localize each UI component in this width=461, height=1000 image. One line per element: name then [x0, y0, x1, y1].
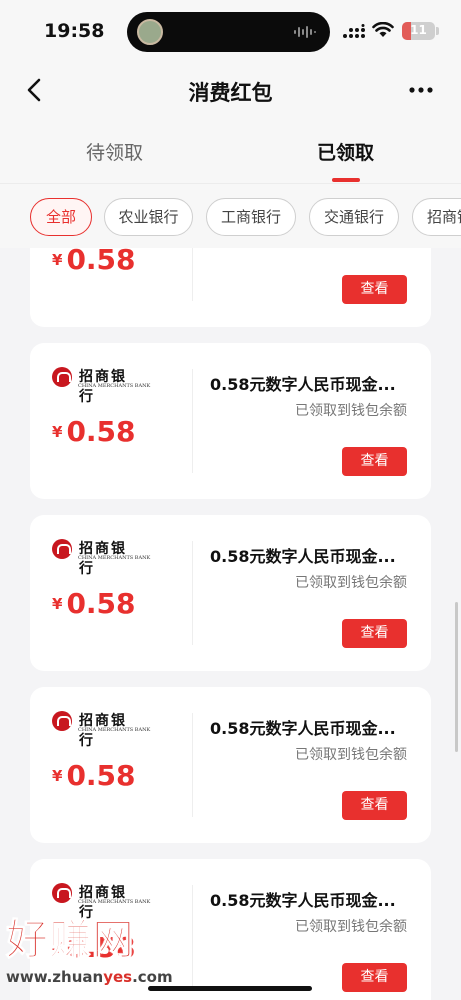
coupon-amount: ¥0.58 — [52, 415, 136, 448]
coupon-status: 已领取到钱包余额 — [295, 919, 407, 935]
now-playing-avatar — [137, 19, 163, 45]
coupon-card[interactable]: 招商银行 CHINA MERCHANTS BANK ¥0.58 0.58元数字人… — [30, 859, 431, 1000]
amount-value: 0.58 — [66, 759, 136, 792]
coupon-status: 已领取到钱包余额 — [295, 403, 407, 419]
card-divider — [192, 713, 193, 817]
bank-name-en: CHINA MERCHANTS BANK — [78, 383, 151, 389]
view-button[interactable]: 查看 — [342, 447, 407, 476]
coupon-card[interactable]: 招商银行 CHINA MERCHANTS BANK ¥0.58 0.58元数字人… — [30, 515, 431, 671]
view-button[interactable]: 查看 — [342, 619, 407, 648]
home-indicator[interactable] — [148, 986, 312, 991]
status-time: 19:58 — [44, 20, 105, 42]
scrollbar[interactable] — [455, 602, 458, 752]
bank-name-en: CHINA MERCHANTS BANK — [78, 555, 151, 561]
cmb-logo-icon: 招商银行 CHINA MERCHANTS BANK — [52, 883, 150, 921]
coupon-amount: ¥0.58 — [52, 587, 136, 620]
view-button[interactable]: 查看 — [342, 963, 407, 992]
amount-value: 0.58 — [66, 415, 136, 448]
filter-chip-all[interactable]: 全部 — [30, 198, 92, 236]
cmb-mark — [52, 539, 72, 559]
currency-symbol: ¥ — [52, 595, 63, 613]
coupon-title: 0.58元数字人民币现金... — [210, 547, 396, 566]
bank-filter-bar: 全部 农业银行 工商银行 交通银行 招商银行 — [0, 184, 461, 248]
currency-symbol: ¥ — [52, 767, 63, 785]
tab-bar: 待领取 已领取 — [0, 120, 461, 184]
cmb-logo-icon: 招商银行 CHINA MERCHANTS BANK — [52, 711, 150, 749]
back-icon[interactable] — [24, 77, 46, 103]
coupon-card[interactable]: ¥0.58 查看 — [30, 248, 431, 327]
nav-header: 消费红包 — [0, 62, 461, 120]
amount-value: 0.58 — [66, 248, 136, 276]
tab-pending[interactable]: 待领取 — [86, 138, 143, 165]
amount-value: 0.58 — [66, 931, 136, 964]
tab-claimed[interactable]: 已领取 — [317, 138, 374, 165]
coupon-title: 0.58元数字人民币现金... — [210, 719, 396, 738]
card-divider — [192, 541, 193, 645]
battery-percent: 11 — [410, 23, 427, 37]
more-icon[interactable] — [408, 80, 434, 100]
coupon-amount: ¥0.58 — [52, 931, 136, 964]
coupon-title: 0.58元数字人民币现金... — [210, 375, 396, 394]
currency-symbol: ¥ — [52, 939, 63, 957]
cmb-mark — [52, 883, 72, 903]
page-title: 消费红包 — [188, 81, 273, 105]
card-divider — [192, 369, 193, 473]
status-bar: 19:58 11 — [0, 0, 461, 62]
view-button[interactable]: 查看 — [342, 275, 407, 304]
coupon-card[interactable]: 招商银行 CHINA MERCHANTS BANK ¥0.58 0.58元数字人… — [30, 687, 431, 843]
battery-cap — [436, 27, 439, 35]
filter-chip-bocom[interactable]: 交通银行 — [309, 198, 399, 236]
amount-value: 0.58 — [66, 587, 136, 620]
active-tab-indicator — [332, 178, 360, 182]
wifi-icon — [372, 22, 394, 37]
filter-chip-cmb[interactable]: 招商银行 — [412, 198, 461, 236]
view-button[interactable]: 查看 — [342, 791, 407, 820]
cmb-mark — [52, 367, 72, 387]
cmb-logo-icon: 招商银行 CHINA MERCHANTS BANK — [52, 367, 150, 405]
currency-symbol: ¥ — [52, 423, 63, 441]
coupon-amount: ¥0.58 — [52, 759, 136, 792]
coupon-card[interactable]: 招商银行 CHINA MERCHANTS BANK ¥0.58 0.58元数字人… — [30, 343, 431, 499]
battery-icon: 11 — [402, 22, 435, 40]
filter-chip-icbc[interactable]: 工商银行 — [206, 198, 296, 236]
dynamic-island — [127, 12, 330, 52]
coupon-list: ¥0.58 查看 招商银行 CHINA MERCHANTS BANK ¥0.58… — [0, 248, 461, 1000]
cmb-mark — [52, 711, 72, 731]
cmb-logo-icon: 招商银行 CHINA MERCHANTS BANK — [52, 539, 150, 577]
bank-name-en: CHINA MERCHANTS BANK — [78, 899, 151, 905]
coupon-status: 已领取到钱包余额 — [295, 747, 407, 763]
audio-wave-icon — [294, 26, 316, 38]
signal-icon — [343, 24, 365, 38]
filter-chip-abc[interactable]: 农业银行 — [104, 198, 193, 236]
card-divider — [192, 248, 193, 301]
currency-symbol: ¥ — [52, 251, 63, 269]
card-divider — [192, 885, 193, 989]
bank-name-en: CHINA MERCHANTS BANK — [78, 727, 151, 733]
coupon-status: 已领取到钱包余额 — [295, 575, 407, 591]
coupon-title: 0.58元数字人民币现金... — [210, 891, 396, 910]
coupon-amount: ¥0.58 — [52, 248, 136, 276]
